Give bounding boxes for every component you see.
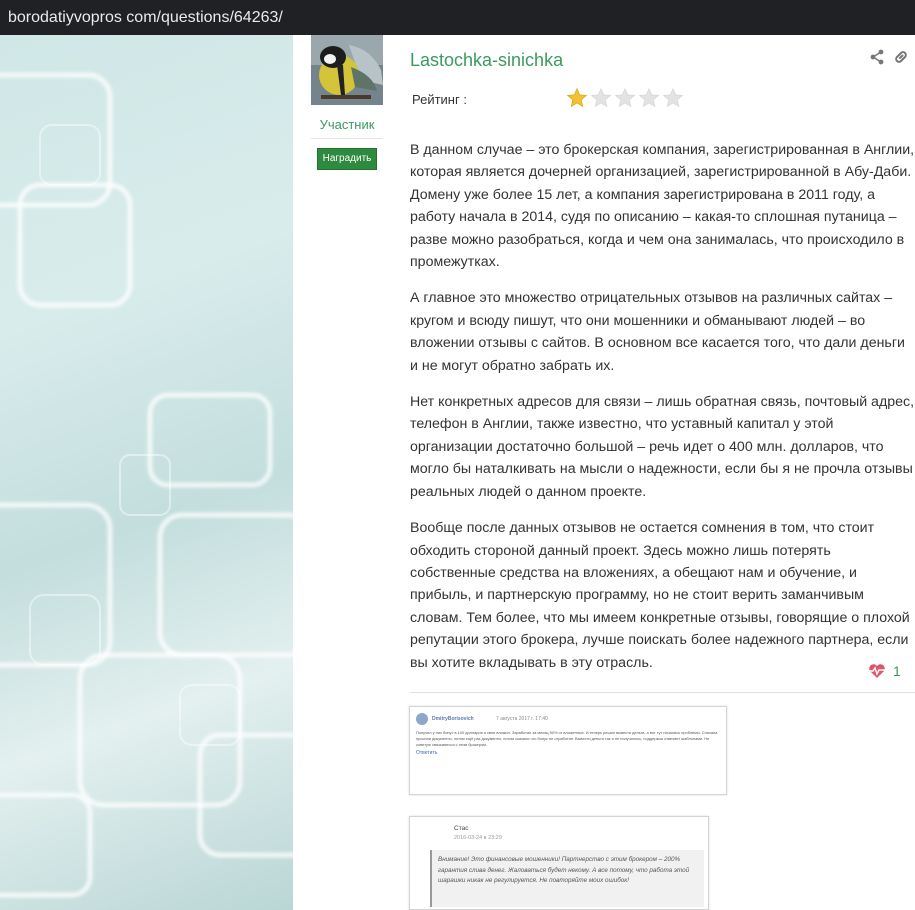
author-name-link[interactable]: Lastochka-sinichka — [410, 50, 563, 71]
post-paragraph: В данном случае – это брокерская компани… — [410, 142, 915, 271]
star-icon[interactable] — [638, 87, 660, 114]
avatar[interactable] — [311, 35, 383, 105]
review-author: DmitryBorisovich — [432, 716, 474, 722]
post-paragraph: Нет конкретных адресов для связи – лишь … — [410, 394, 915, 500]
rating-label: Рейтинг : — [412, 92, 467, 107]
review-header: DmitryBorisovich 7 августа 2017 г. 17:40 — [416, 712, 720, 728]
link-icon[interactable] — [893, 49, 909, 70]
avatar — [416, 713, 428, 725]
review-date: 7 августа 2017 г. 17:40 — [496, 716, 548, 722]
like-count: 1 — [893, 663, 901, 679]
divider — [410, 692, 915, 693]
decorative-background — [0, 35, 293, 910]
reply-link: Ответить — [416, 750, 438, 756]
share-icon[interactable] — [869, 49, 885, 70]
award-button[interactable]: Наградить — [317, 148, 377, 170]
review-quote: Внимание! Это финансовые мошенники! Парт… — [430, 850, 704, 907]
star-icon[interactable] — [614, 87, 636, 114]
rating-stars[interactable] — [566, 87, 686, 111]
heart-pulse-icon[interactable] — [868, 663, 886, 684]
post-container: Участник Наградить Lastochka-sinichka Ре… — [293, 35, 915, 910]
review-date: 2016-03-24 в 23:29 — [454, 835, 502, 841]
star-icon[interactable] — [566, 87, 588, 114]
attachment-screenshot-review-1[interactable]: DmitryBorisovich 7 августа 2017 г. 17:40… — [409, 706, 727, 795]
review-author: Стас — [454, 825, 469, 832]
bird-avatar-image — [311, 35, 383, 105]
post-paragraph: А главное это множество отрицательных от… — [410, 290, 905, 374]
post-paragraph: Вообще после данных отзывов не остается … — [410, 520, 910, 671]
user-role: Участник — [319, 117, 375, 132]
post-body: В данном случае – это брокерская компани… — [410, 139, 915, 688]
star-icon[interactable] — [590, 87, 612, 114]
post-actions — [867, 49, 915, 69]
attachment-screenshot-review-2[interactable]: Стас 2016-03-24 в 23:29 Внимание! Это фи… — [409, 816, 709, 910]
divider — [311, 138, 383, 139]
address-bar[interactable]: borodatiyvopros com/questions/64263/ — [0, 0, 915, 35]
star-icon[interactable] — [662, 87, 684, 114]
background-shapes — [0, 72, 293, 898]
review-text: Получил у них бонус в 100 долларов и сво… — [416, 730, 718, 747]
